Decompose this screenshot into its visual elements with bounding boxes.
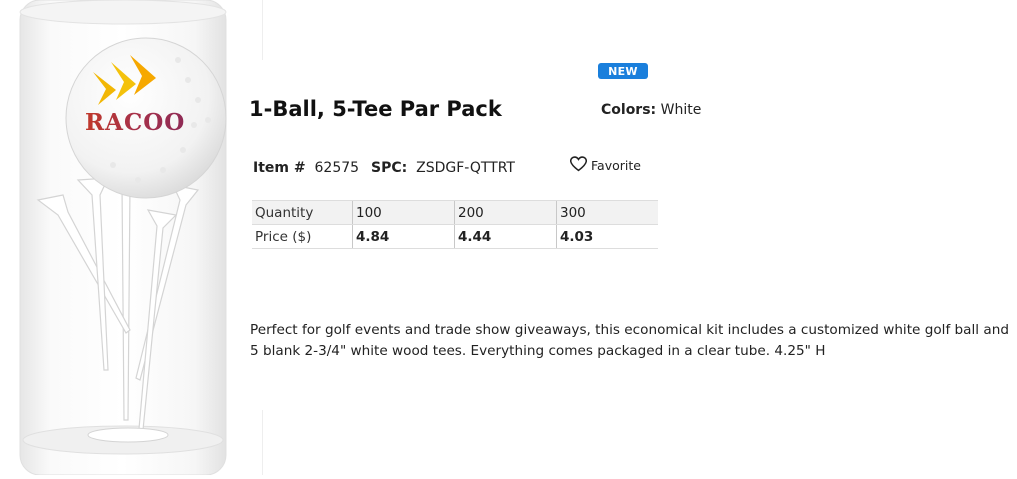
colors-info: Colors: White [601, 102, 701, 118]
item-number-value: 62575 [314, 160, 360, 176]
column-divider [262, 0, 263, 60]
column-divider [262, 410, 263, 475]
pricing-quantity-row: Quantity 100 200 300 [252, 200, 658, 225]
quantity-cell: 300 [556, 200, 658, 225]
golf-tube-illustration: RACOO [19, 0, 227, 476]
new-badge: NEW [598, 63, 648, 79]
pricing-price-row: Price ($) 4.84 4.44 4.03 [252, 224, 658, 249]
colors-label: Colors: [601, 102, 657, 118]
product-description: Perfect for golf events and trade show g… [250, 322, 1009, 359]
heart-outline-icon [569, 156, 588, 175]
product-image[interactable]: RACOO [18, 0, 230, 476]
spc-value: ZSDGF-QTTRT [416, 160, 515, 176]
spc-label: SPC: [371, 160, 408, 176]
colors-value: White [660, 102, 702, 118]
quantity-cell: 100 [352, 200, 455, 225]
price-cell: 4.03 [556, 224, 658, 249]
favorite-button[interactable]: Favorite [569, 156, 641, 175]
quantity-cell: 200 [454, 200, 557, 225]
item-number-label: Item # [253, 160, 306, 176]
pricing-table: Quantity 100 200 300 Price ($) 4.84 4.44… [252, 200, 658, 249]
favorite-label: Favorite [591, 158, 641, 173]
price-cell: 4.84 [352, 224, 455, 249]
item-number-info: Item # 62575 [253, 160, 359, 176]
quantity-label: Quantity [252, 200, 353, 225]
product-title: 1-Ball, 5-Tee Par Pack [249, 97, 502, 121]
price-cell: 4.44 [454, 224, 557, 249]
svg-text:RACOO: RACOO [85, 109, 185, 136]
spc-info: SPC: ZSDGF-QTTRT [371, 160, 515, 176]
price-label: Price ($) [252, 224, 353, 249]
